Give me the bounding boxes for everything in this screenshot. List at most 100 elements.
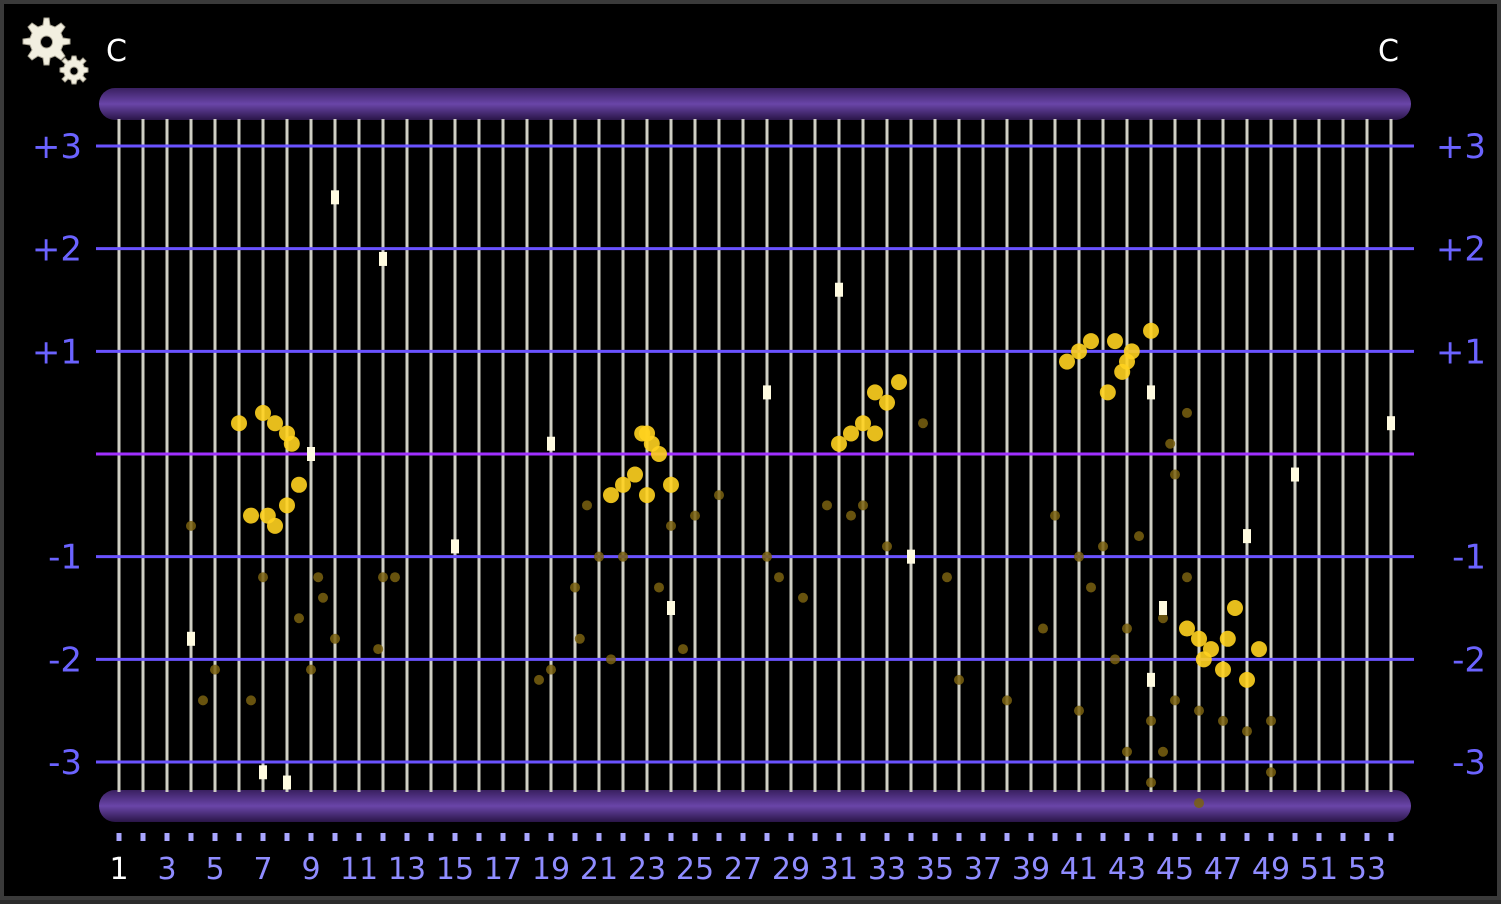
note-point [283,435,300,452]
x-tick [452,833,458,841]
y-tick-label-right: +1 [1436,332,1486,372]
x-tick-label: 45 [1156,852,1194,887]
note-point-dim [618,551,628,562]
white-marker [283,775,291,790]
note-point [243,507,259,524]
note-point-dim [1086,582,1096,593]
x-tick-label: 19 [532,852,570,887]
note-point [1123,343,1140,360]
x-tick-label: 1 [109,852,128,887]
x-tick [1124,833,1130,841]
white-marker [1147,672,1155,687]
note-point-dim [1110,654,1120,665]
note-point-dim [666,520,676,531]
note-point-dim [1165,438,1176,449]
note-point [279,497,295,514]
y-tick-label-left: -3 [48,743,82,783]
note-point-dim [306,664,316,675]
note-point-dim [1050,510,1060,521]
note-point [1227,600,1243,616]
note-point-dim [690,510,700,521]
x-tick-label: 25 [676,852,714,887]
note-point-dim [762,551,772,562]
note-point-dim [246,695,256,706]
note-point [267,517,283,534]
x-tick [1028,833,1034,841]
note-point-dim [534,674,544,685]
note-point-dim [570,582,580,593]
note-point-dim [373,644,384,655]
note-point-dim [774,572,784,583]
x-tick [236,833,242,841]
note-point [1215,661,1231,678]
x-tick [332,833,338,841]
x-tick [308,833,314,841]
note-point-dim [1158,746,1168,757]
x-tick [1316,833,1322,841]
x-tick-label: 31 [820,852,858,887]
note-point [879,394,895,411]
x-tick [596,833,602,841]
note-point-dim [954,674,964,685]
x-tick [716,833,722,841]
white-marker [1159,601,1167,615]
note-point [231,415,247,432]
x-tick [356,833,362,841]
x-tick [1388,833,1394,841]
x-tick [980,833,986,841]
x-tick [524,833,530,841]
x-tick [836,833,842,841]
note-point-dim [1182,572,1192,583]
note-point [1219,630,1236,647]
note-point [291,476,307,493]
x-tick [548,833,554,841]
note-point-dim [654,582,664,593]
fretboard-chart: +3+2+1-1-2-3 +3+2+1-1-2-3 1 3 5 7 9 11 13 15 17 1… [32,88,1486,887]
x-tick [284,833,290,841]
chart-frame: +3 +2 +1 -1 -2 -3 +3 +2 +1 -1 -2 -3 1 3 5 7 9 11 13 15 17 1… [0,0,1501,900]
note-point [1251,641,1267,658]
settings-gears-icon[interactable] [16,14,96,94]
left-key-label: C [106,34,127,69]
note-point [615,476,631,493]
note-point-dim [313,572,324,583]
x-tick [404,833,410,841]
note-point-dim [210,664,220,675]
y-tick-label-left: -1 [48,538,82,578]
note-point [891,374,907,391]
white-marker [907,549,915,564]
y-tick-label-right: -3 [1452,743,1486,783]
note-point-dim [1122,746,1132,757]
white-marker [667,601,675,615]
x-tick-label: 7 [253,852,272,887]
x-tick [884,833,890,841]
y-axis-labels-left: +3 +2 +1 -1 -2 -3 [32,127,82,783]
y-tick-label-left: +1 [32,332,82,372]
x-tick [1172,833,1178,841]
y-tick-label-right: +3 [1436,127,1486,167]
x-tick [188,833,194,841]
note-point-dim [1266,767,1276,778]
x-tick-label: 41 [1060,852,1098,887]
note-point [663,476,679,493]
note-point-dim [546,664,556,675]
y-tick-label-left: +3 [32,127,82,167]
note-point [1099,384,1116,401]
y-tick-label-left: -2 [48,640,82,680]
note-point [639,487,655,504]
note-point-dim [714,490,724,501]
note-point-dim [1218,715,1228,726]
note-point-dim [1074,551,1084,562]
note-point-dim [1242,726,1252,737]
note-point [1107,333,1123,350]
x-tick [1268,833,1274,841]
x-tick [1148,833,1154,841]
x-tick-label: 27 [724,852,762,887]
x-tick [668,833,674,841]
x-tick [428,833,434,841]
white-marker [331,190,339,205]
x-tick [1292,833,1298,841]
y-tick-label-right: -2 [1452,640,1486,680]
gear-icon [22,17,89,85]
note-point-dim [1194,705,1204,716]
